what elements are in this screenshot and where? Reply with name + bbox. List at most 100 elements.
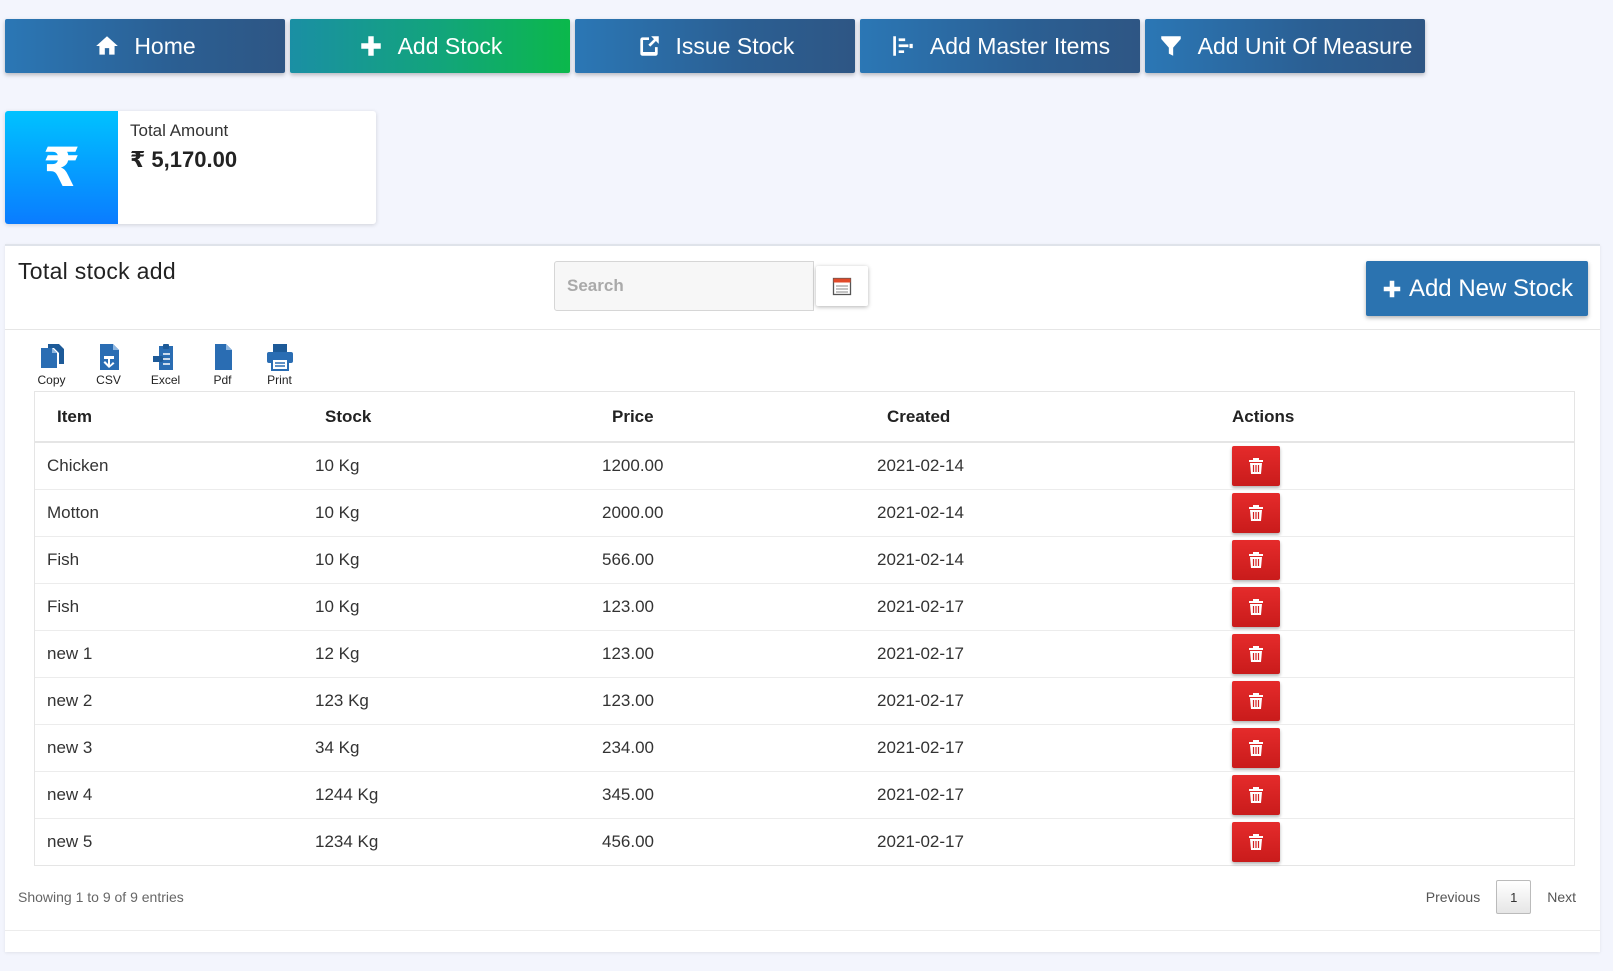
- table-row: Fish 10 Kg 566.00 2021-02-14: [35, 536, 1574, 584]
- panel-title: Total stock add: [18, 258, 176, 284]
- add-master-items-button[interactable]: Add Master Items: [860, 19, 1140, 73]
- delete-button[interactable]: [1232, 774, 1280, 815]
- table-row: new 4 1244 Kg 345.00 2021-02-17: [35, 771, 1574, 819]
- list-icon: [893, 36, 913, 56]
- csv-button[interactable]: CSV: [80, 342, 137, 387]
- export-toolbar: Copy CSV Excel Pdf Print: [23, 342, 308, 387]
- delete-button[interactable]: [1232, 821, 1280, 862]
- pagination: Previous 1 Next: [1426, 880, 1576, 914]
- cell-price: 566.00: [602, 536, 877, 584]
- previous-button[interactable]: Previous: [1426, 889, 1480, 905]
- calendar-icon: [832, 277, 852, 296]
- cell-item: Fish: [35, 536, 315, 584]
- cell-stock: 10 Kg: [315, 583, 602, 631]
- trash-icon: [1249, 739, 1263, 756]
- delete-button[interactable]: [1232, 727, 1280, 768]
- total-amount-card: ₹ Total Amount ₹ 5,170.00: [5, 111, 376, 224]
- table-row: new 1 12 Kg 123.00 2021-02-17: [35, 630, 1574, 678]
- trash-icon: [1249, 598, 1263, 615]
- csv-icon: [99, 344, 119, 370]
- search-group: [554, 261, 868, 311]
- cell-actions: [1232, 677, 1574, 725]
- csv-label: CSV: [96, 373, 121, 387]
- header-created[interactable]: Created: [877, 392, 1232, 443]
- cell-actions: [1232, 630, 1574, 678]
- copy-button[interactable]: Copy: [23, 342, 80, 387]
- trash-icon: [1249, 457, 1263, 474]
- trash-icon: [1249, 645, 1263, 662]
- cell-actions: [1232, 583, 1574, 631]
- delete-button[interactable]: [1232, 445, 1280, 486]
- add-new-stock-label: Add New Stock: [1408, 274, 1574, 302]
- add-unit-of-measure-button-label: Add Unit Of Measure: [1197, 32, 1413, 59]
- cell-actions: [1232, 818, 1574, 865]
- excel-button[interactable]: Excel: [137, 342, 194, 387]
- trash-icon: [1249, 504, 1263, 521]
- copy-icon: [40, 344, 64, 368]
- trash-icon: [1249, 551, 1263, 568]
- stock-panel: Total stock add Add New Stock Copy: [5, 244, 1600, 952]
- add-stock-button[interactable]: Add Stock: [290, 19, 570, 73]
- filter-icon: [1160, 36, 1181, 56]
- header-stock[interactable]: Stock: [315, 392, 602, 443]
- excel-label: Excel: [150, 373, 181, 387]
- search-input[interactable]: [554, 261, 814, 311]
- cell-created: 2021-02-14: [877, 489, 1232, 537]
- cell-created: 2021-02-17: [877, 677, 1232, 725]
- total-amount-label: Total Amount: [130, 121, 229, 140]
- plus-icon: [360, 36, 381, 56]
- cell-price: 2000.00: [602, 489, 877, 537]
- table-row: new 5 1234 Kg 456.00 2021-02-17: [35, 818, 1574, 865]
- cell-item: Chicken: [35, 442, 315, 490]
- cell-stock: 10 Kg: [315, 442, 602, 490]
- cell-created: 2021-02-17: [877, 724, 1232, 772]
- add-unit-of-measure-button[interactable]: Add Unit Of Measure: [1145, 19, 1425, 73]
- share-icon: [639, 36, 659, 56]
- cell-created: 2021-02-17: [877, 771, 1232, 819]
- cell-created: 2021-02-17: [877, 630, 1232, 678]
- plus-icon: [1383, 280, 1401, 297]
- cell-actions: [1232, 724, 1574, 772]
- header-item[interactable]: Item: [35, 392, 315, 443]
- cell-item: Motton: [35, 489, 315, 537]
- pdf-label: Pdf: [213, 373, 232, 387]
- cell-item: new 3: [35, 724, 315, 772]
- cell-actions: [1232, 536, 1574, 584]
- panel-header: Total stock add Add New Stock: [5, 246, 1600, 330]
- cell-created: 2021-02-17: [877, 831, 964, 851]
- cell-created: 2021-02-17: [877, 583, 1232, 631]
- cell-stock: 10 Kg: [315, 536, 602, 584]
- delete-button[interactable]: [1232, 586, 1280, 627]
- next-button[interactable]: Next: [1547, 889, 1576, 905]
- entries-info: Showing 1 to 9 of 9 entries: [18, 889, 184, 905]
- print-button[interactable]: Print: [251, 342, 308, 387]
- cell-price: 123.00: [602, 630, 877, 678]
- issue-stock-button[interactable]: Issue Stock: [575, 19, 855, 73]
- cell-price: 234.00: [602, 724, 877, 772]
- print-icon: [266, 344, 293, 371]
- rupee-icon: ₹: [5, 111, 118, 224]
- page-1-button[interactable]: 1: [1496, 880, 1532, 914]
- cell-item: new 5: [47, 831, 93, 851]
- table-row: new 3 34 Kg 234.00 2021-02-17: [35, 724, 1574, 772]
- delete-button[interactable]: [1232, 492, 1280, 533]
- delete-button[interactable]: [1232, 633, 1280, 674]
- home-button[interactable]: Home: [5, 19, 285, 73]
- header-price[interactable]: Price: [602, 392, 877, 443]
- cell-stock: 1244 Kg: [315, 771, 602, 819]
- cell-stock: 34 Kg: [315, 724, 602, 772]
- pdf-button[interactable]: Pdf: [194, 342, 251, 387]
- cell-price: 456.00: [602, 831, 654, 851]
- add-stock-button-label: Add Stock: [397, 32, 503, 59]
- total-amount-value: ₹ 5,170.00: [130, 147, 238, 172]
- table-row: Motton 10 Kg 2000.00 2021-02-14: [35, 489, 1574, 537]
- add-master-items-button-label: Add Master Items: [929, 32, 1111, 59]
- delete-button[interactable]: [1232, 539, 1280, 580]
- calendar-button[interactable]: [816, 266, 868, 306]
- cell-price: 1200.00: [602, 442, 877, 490]
- delete-button[interactable]: [1232, 680, 1280, 721]
- home-icon: [96, 36, 119, 55]
- cell-item: new 4: [35, 771, 315, 819]
- add-new-stock-button[interactable]: Add New Stock: [1366, 261, 1588, 316]
- cell-item: Fish: [35, 583, 315, 631]
